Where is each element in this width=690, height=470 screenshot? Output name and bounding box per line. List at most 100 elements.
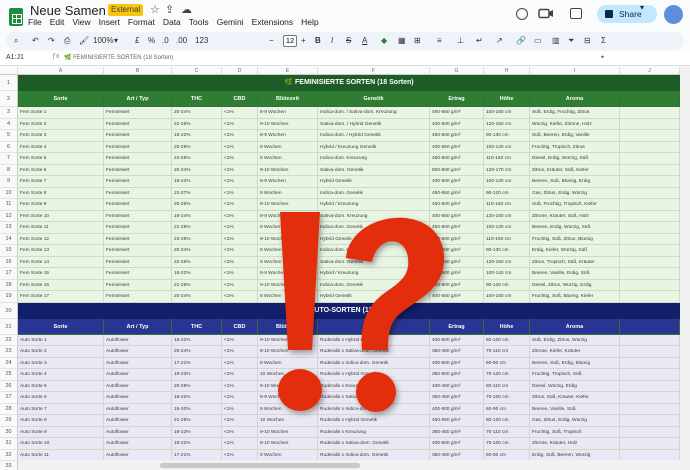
- table-cell[interactable]: 60-100 cm: [484, 334, 530, 346]
- row-header[interactable]: 7: [0, 153, 18, 165]
- table-cell[interactable]: 450-550 g/m²: [430, 107, 484, 119]
- table-cell[interactable]: Feminisiert: [104, 118, 172, 130]
- search-menus-icon[interactable]: ⌕: [14, 34, 18, 48]
- table-cell[interactable]: Fem Sorte 11: [18, 222, 104, 234]
- table-cell-empty[interactable]: [620, 199, 680, 211]
- table-cell[interactable]: 90-130 cm: [484, 130, 530, 142]
- table-cell[interactable]: Fem Sorte 12: [18, 233, 104, 245]
- row-header[interactable]: 30: [0, 426, 18, 438]
- insert-comment-icon[interactable]: ▭: [534, 34, 542, 48]
- table-cell[interactable]: Autoflower: [104, 357, 172, 369]
- table-cell[interactable]: 22-26%: [172, 256, 222, 268]
- share-dropdown-icon[interactable]: ▾: [640, 3, 644, 12]
- table-cell[interactable]: 20-24%: [172, 164, 222, 176]
- table-cell[interactable]: Auto Sorte 1: [18, 334, 104, 346]
- table-cell[interactable]: 18-22%: [172, 130, 222, 142]
- table-cell[interactable]: 8-9 Wochen: [258, 130, 318, 142]
- table-cell-empty[interactable]: [620, 130, 680, 142]
- table-cell-empty[interactable]: [620, 279, 680, 291]
- table-cell[interactable]: 450-600 g/m²: [430, 130, 484, 142]
- table-cell[interactable]: Feminisiert: [104, 291, 172, 303]
- font-size-input[interactable]: 12: [283, 35, 297, 47]
- table-cell-empty[interactable]: [620, 107, 680, 119]
- table-cell[interactable]: Auto Sorte 2: [18, 346, 104, 358]
- table-cell[interactable]: 70-100 cm: [484, 392, 530, 404]
- gemini-sidebar-icon[interactable]: ✦: [600, 54, 605, 61]
- strikethrough-button[interactable]: S: [346, 34, 351, 48]
- table-cell[interactable]: Zitrone, Kräuter, Süß, Holz: [530, 210, 620, 222]
- table-cell[interactable]: <1%: [222, 141, 258, 153]
- table-cell-empty[interactable]: [620, 268, 680, 280]
- formula-input[interactable]: 🌿 FEMINISIERTE SORTEN (18 Sorten): [64, 54, 173, 61]
- table-cell[interactable]: Ruderalis x Sativa-dom. Genetik: [318, 438, 430, 450]
- table-cell[interactable]: 19-23%: [172, 426, 222, 438]
- table-cell[interactable]: Fem Sorte 5: [18, 153, 104, 165]
- table-cell[interactable]: Indica-dom. Genetik: [318, 187, 430, 199]
- table-cell[interactable]: Zitrus, Tropisch, Süß, Kräuter: [530, 256, 620, 268]
- table-cell[interactable]: 450-500 g/m²: [430, 153, 484, 165]
- row-header[interactable]: 12: [0, 210, 18, 222]
- table-cell-empty[interactable]: [620, 176, 680, 188]
- table-cell[interactable]: Indica-dom. / Sativa-dom. Kreuzung: [318, 107, 430, 119]
- table-cell[interactable]: 9-10 Wochen: [258, 118, 318, 130]
- increase-decimal-button[interactable]: .00: [176, 34, 187, 48]
- header-cell[interactable]: Aroma: [530, 318, 620, 335]
- move-folder-icon[interactable]: ⇪: [165, 3, 174, 16]
- row-header[interactable]: 3: [0, 107, 18, 119]
- menu-extensions[interactable]: Extensions: [252, 17, 294, 27]
- zoom-dropdown-icon[interactable]: ▾: [114, 34, 118, 48]
- table-cell[interactable]: 70-120 cm: [484, 369, 530, 381]
- table-cell[interactable]: 110-150 cm: [484, 153, 530, 165]
- column-header-j[interactable]: J: [620, 67, 680, 75]
- table-cell-empty[interactable]: [620, 380, 680, 392]
- table-cell[interactable]: Auto Sorte 5: [18, 380, 104, 392]
- table-cell[interactable]: <1%: [222, 233, 258, 245]
- table-cell[interactable]: 24-28%: [172, 153, 222, 165]
- row-header[interactable]: 32: [0, 449, 18, 461]
- table-cell[interactable]: <1%: [222, 415, 258, 427]
- table-cell[interactable]: <1%: [222, 279, 258, 291]
- table-cell[interactable]: Feminisiert: [104, 222, 172, 234]
- table-cell[interactable]: Fem Sorte 7: [18, 176, 104, 188]
- table-cell[interactable]: Fem Sorte 17: [18, 291, 104, 303]
- bold-button[interactable]: B: [315, 34, 321, 48]
- table-cell[interactable]: 20-26%: [172, 199, 222, 211]
- table-cell[interactable]: Süß, Erdig, Zitrus, Würzig: [530, 334, 620, 346]
- table-cell-empty[interactable]: [620, 334, 680, 346]
- table-cell[interactable]: Fruchtig, Süß, Tropisch: [530, 426, 620, 438]
- table-cell[interactable]: 21-25%: [172, 279, 222, 291]
- table-cell[interactable]: Diesel, Erdig, Würzig, Süß: [530, 153, 620, 165]
- table-cell[interactable]: <1%: [222, 153, 258, 165]
- sheets-logo-icon[interactable]: [9, 8, 23, 26]
- table-cell-empty[interactable]: [620, 369, 680, 381]
- row-header[interactable]: 13: [0, 222, 18, 234]
- table-cell[interactable]: Indica-dom. Kreuzung: [318, 153, 430, 165]
- table-cell-empty[interactable]: [620, 415, 680, 427]
- table-cell[interactable]: Zitrone, Kräuter, Holz: [530, 438, 620, 450]
- table-cell[interactable]: 80-110 cm: [484, 380, 530, 392]
- table-cell[interactable]: Autoflower: [104, 334, 172, 346]
- table-cell[interactable]: Fem Sorte 3: [18, 130, 104, 142]
- table-cell[interactable]: 20-25%: [172, 141, 222, 153]
- print-icon[interactable]: ⎙: [64, 34, 70, 48]
- table-cell[interactable]: Autoflower: [104, 426, 172, 438]
- table-cell[interactable]: 100-130 cm: [484, 222, 530, 234]
- table-cell[interactable]: Autoflower: [104, 369, 172, 381]
- table-cell[interactable]: 450-550 g/m²: [430, 187, 484, 199]
- table-cell[interactable]: Auto Sorte 7: [18, 403, 104, 415]
- table-cell[interactable]: 18-22%: [172, 334, 222, 346]
- row-header[interactable]: 25: [0, 369, 18, 381]
- table-cell[interactable]: Feminisiert: [104, 256, 172, 268]
- table-cell[interactable]: 22-27%: [172, 187, 222, 199]
- table-cell[interactable]: 8-9 Wochen: [258, 176, 318, 188]
- table-cell[interactable]: <1%: [222, 346, 258, 358]
- table-cell[interactable]: Zitrus, Süß, Kräuter, Kiefer: [530, 392, 620, 404]
- row-header[interactable]: 9: [0, 176, 18, 188]
- vertical-scrollbar[interactable]: [680, 67, 690, 470]
- table-cell[interactable]: <1%: [222, 369, 258, 381]
- table-cell[interactable]: Beeren, Vanille, Süß: [530, 403, 620, 415]
- table-cell-empty[interactable]: [620, 164, 680, 176]
- row-header[interactable]: 20: [0, 302, 18, 319]
- table-cell[interactable]: 110-150 cm: [484, 233, 530, 245]
- horizontal-scroll-thumb[interactable]: [160, 463, 360, 468]
